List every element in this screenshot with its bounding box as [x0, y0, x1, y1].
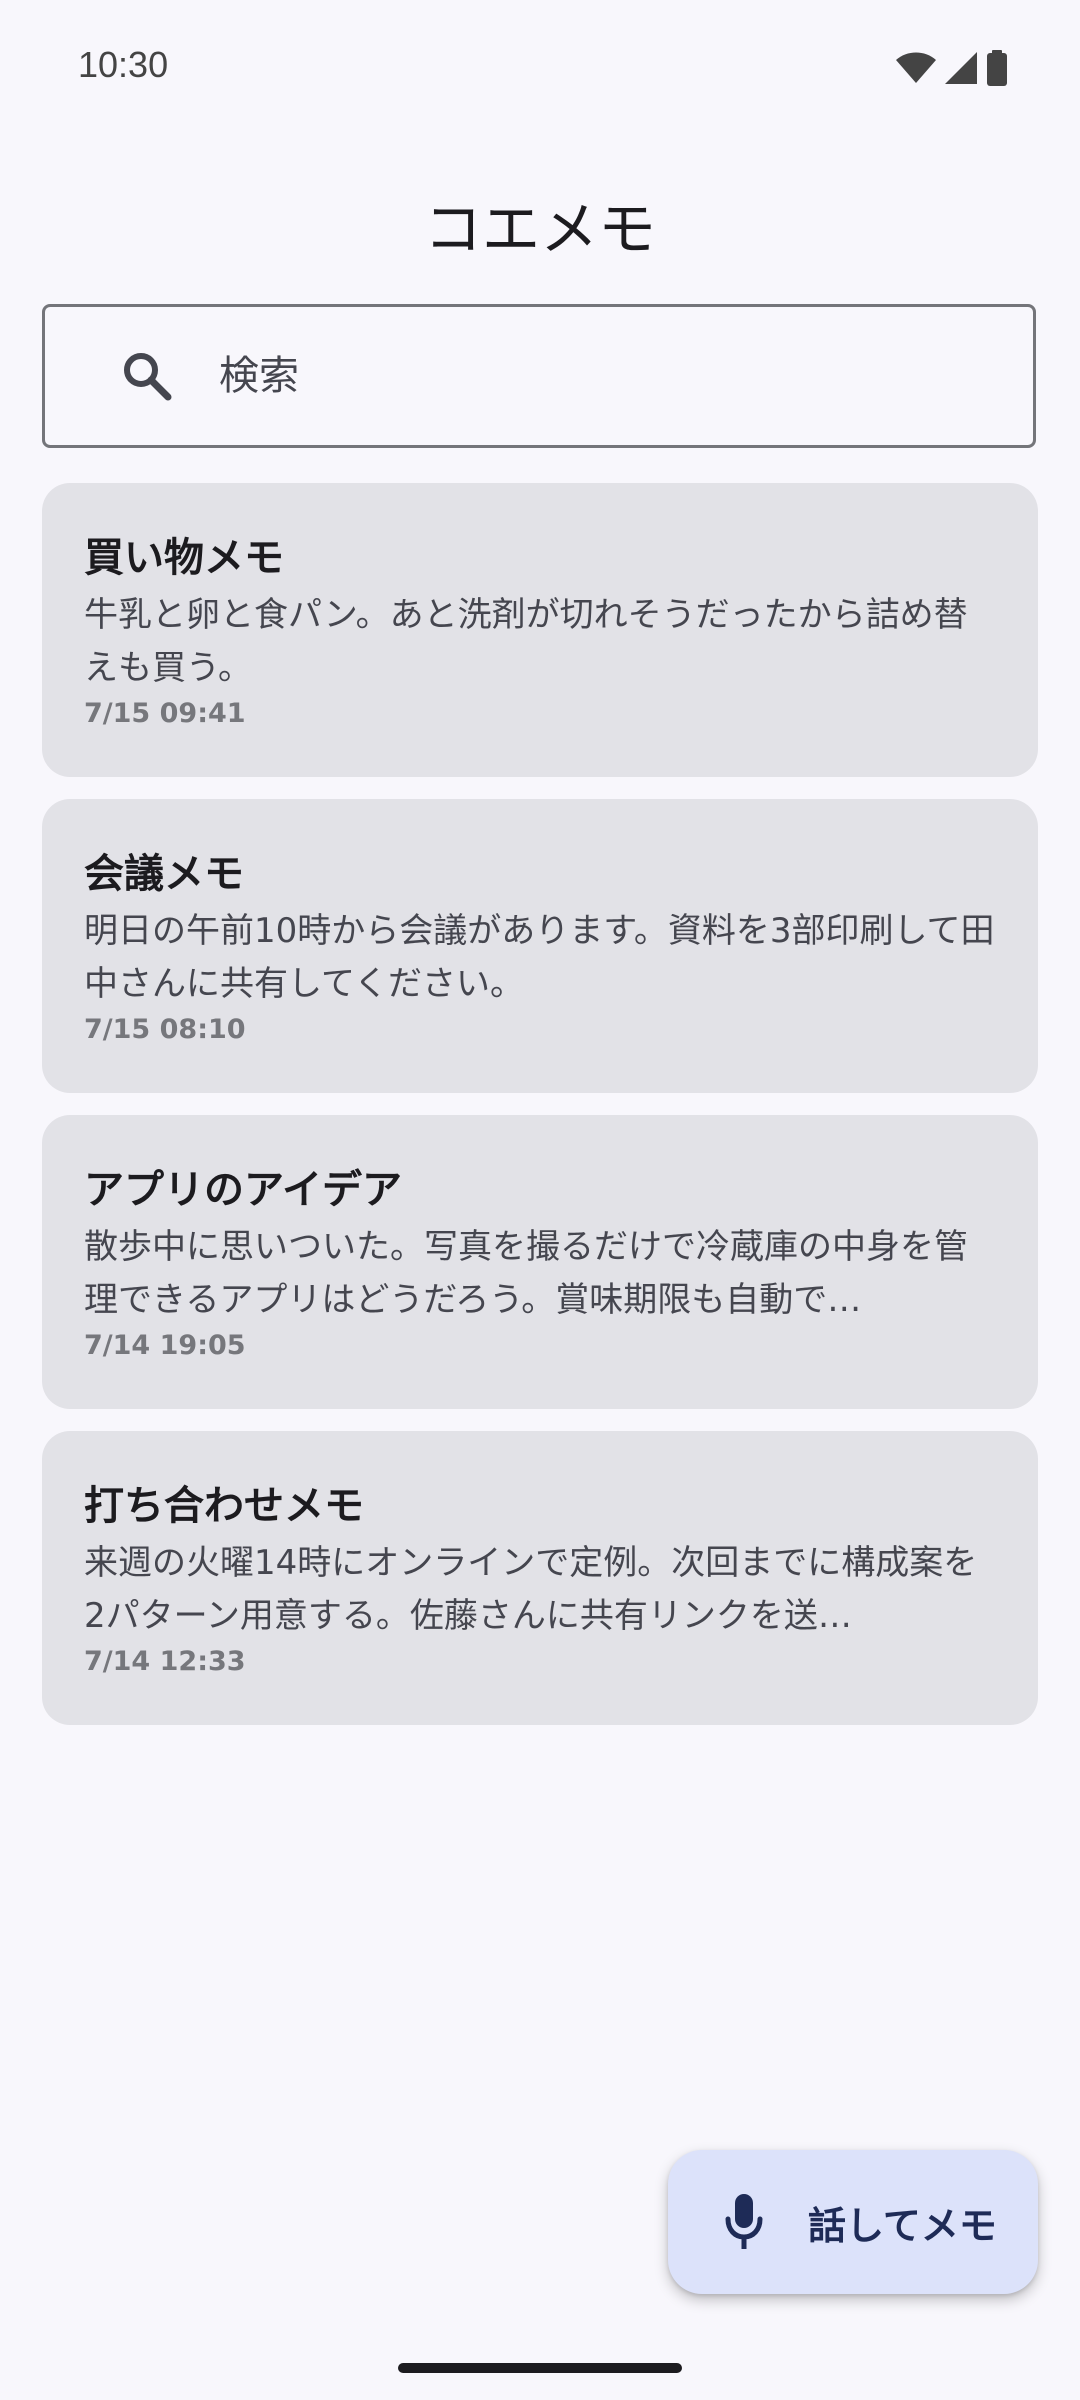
memo-title: アプリのアイデア [84, 1167, 402, 1213]
memo-card[interactable]: 買い物メモ 牛乳と卵と食パン。あと洗剤が切れそうだったから詰め替えも買う。 7/… [42, 483, 1038, 777]
memo-date: 7/14 12:33 [84, 1646, 246, 1677]
memo-list: 買い物メモ 牛乳と卵と食パン。あと洗剤が切れそうだったから詰め替えも買う。 7/… [42, 483, 1038, 1747]
memo-body: 明日の午前10時から会議があります。資料を3部印刷して田中さんに共有してください… [84, 911, 995, 1004]
app-screen: 10:30 コエメモ 検索 買い物メモ 牛乳と卵と食パン。あと洗剤が切れそうだっ… [0, 0, 1080, 2400]
cellular-signal-icon [944, 51, 978, 85]
battery-icon [986, 50, 1008, 86]
status-icons [896, 48, 1008, 88]
memo-title: 会議メモ [84, 851, 244, 897]
memo-date: 7/14 19:05 [84, 1330, 246, 1361]
search-input[interactable] [217, 335, 981, 417]
memo-date: 7/15 08:10 [84, 1014, 246, 1045]
search-bar[interactable] [42, 304, 1036, 448]
page-title: コエメモ [423, 195, 656, 263]
memo-card[interactable]: 会議メモ 明日の午前10時から会議があります。資料を3部印刷して田中さんに共有し… [42, 799, 1038, 1093]
gesture-navigation-bar[interactable] [398, 2363, 682, 2373]
memo-body: 牛乳と卵と食パン。あと洗剤が切れそうだったから詰め替えも買う。 [84, 595, 968, 688]
wifi-icon [896, 52, 936, 84]
search-icon [119, 348, 175, 404]
speak-memo-label: 話してメモ [808, 2203, 997, 2248]
memo-title: 買い物メモ [84, 535, 284, 581]
memo-date: 7/15 09:41 [84, 698, 246, 729]
status-bar: 10:30 [0, 0, 1080, 136]
speak-memo-button[interactable]: 話してメモ [668, 2150, 1038, 2294]
microphone-icon [720, 2192, 768, 2252]
memo-body: 来週の火曜14時にオンラインで定例。次回までに構成案を2パターン用意する。佐藤さ… [84, 1543, 978, 1636]
memo-card[interactable]: 打ち合わせメモ 来週の火曜14時にオンラインで定例。次回までに構成案を2パターン… [42, 1431, 1038, 1725]
status-time: 10:30 [78, 44, 169, 85]
memo-body: 散歩中に思いついた。写真を撮るだけで冷蔵庫の中身を管理できるアプリはどうだろう。… [84, 1227, 968, 1320]
memo-title: 打ち合わせメモ [84, 1483, 364, 1529]
memo-card[interactable]: アプリのアイデア 散歩中に思いついた。写真を撮るだけで冷蔵庫の中身を管理できるア… [42, 1115, 1038, 1409]
